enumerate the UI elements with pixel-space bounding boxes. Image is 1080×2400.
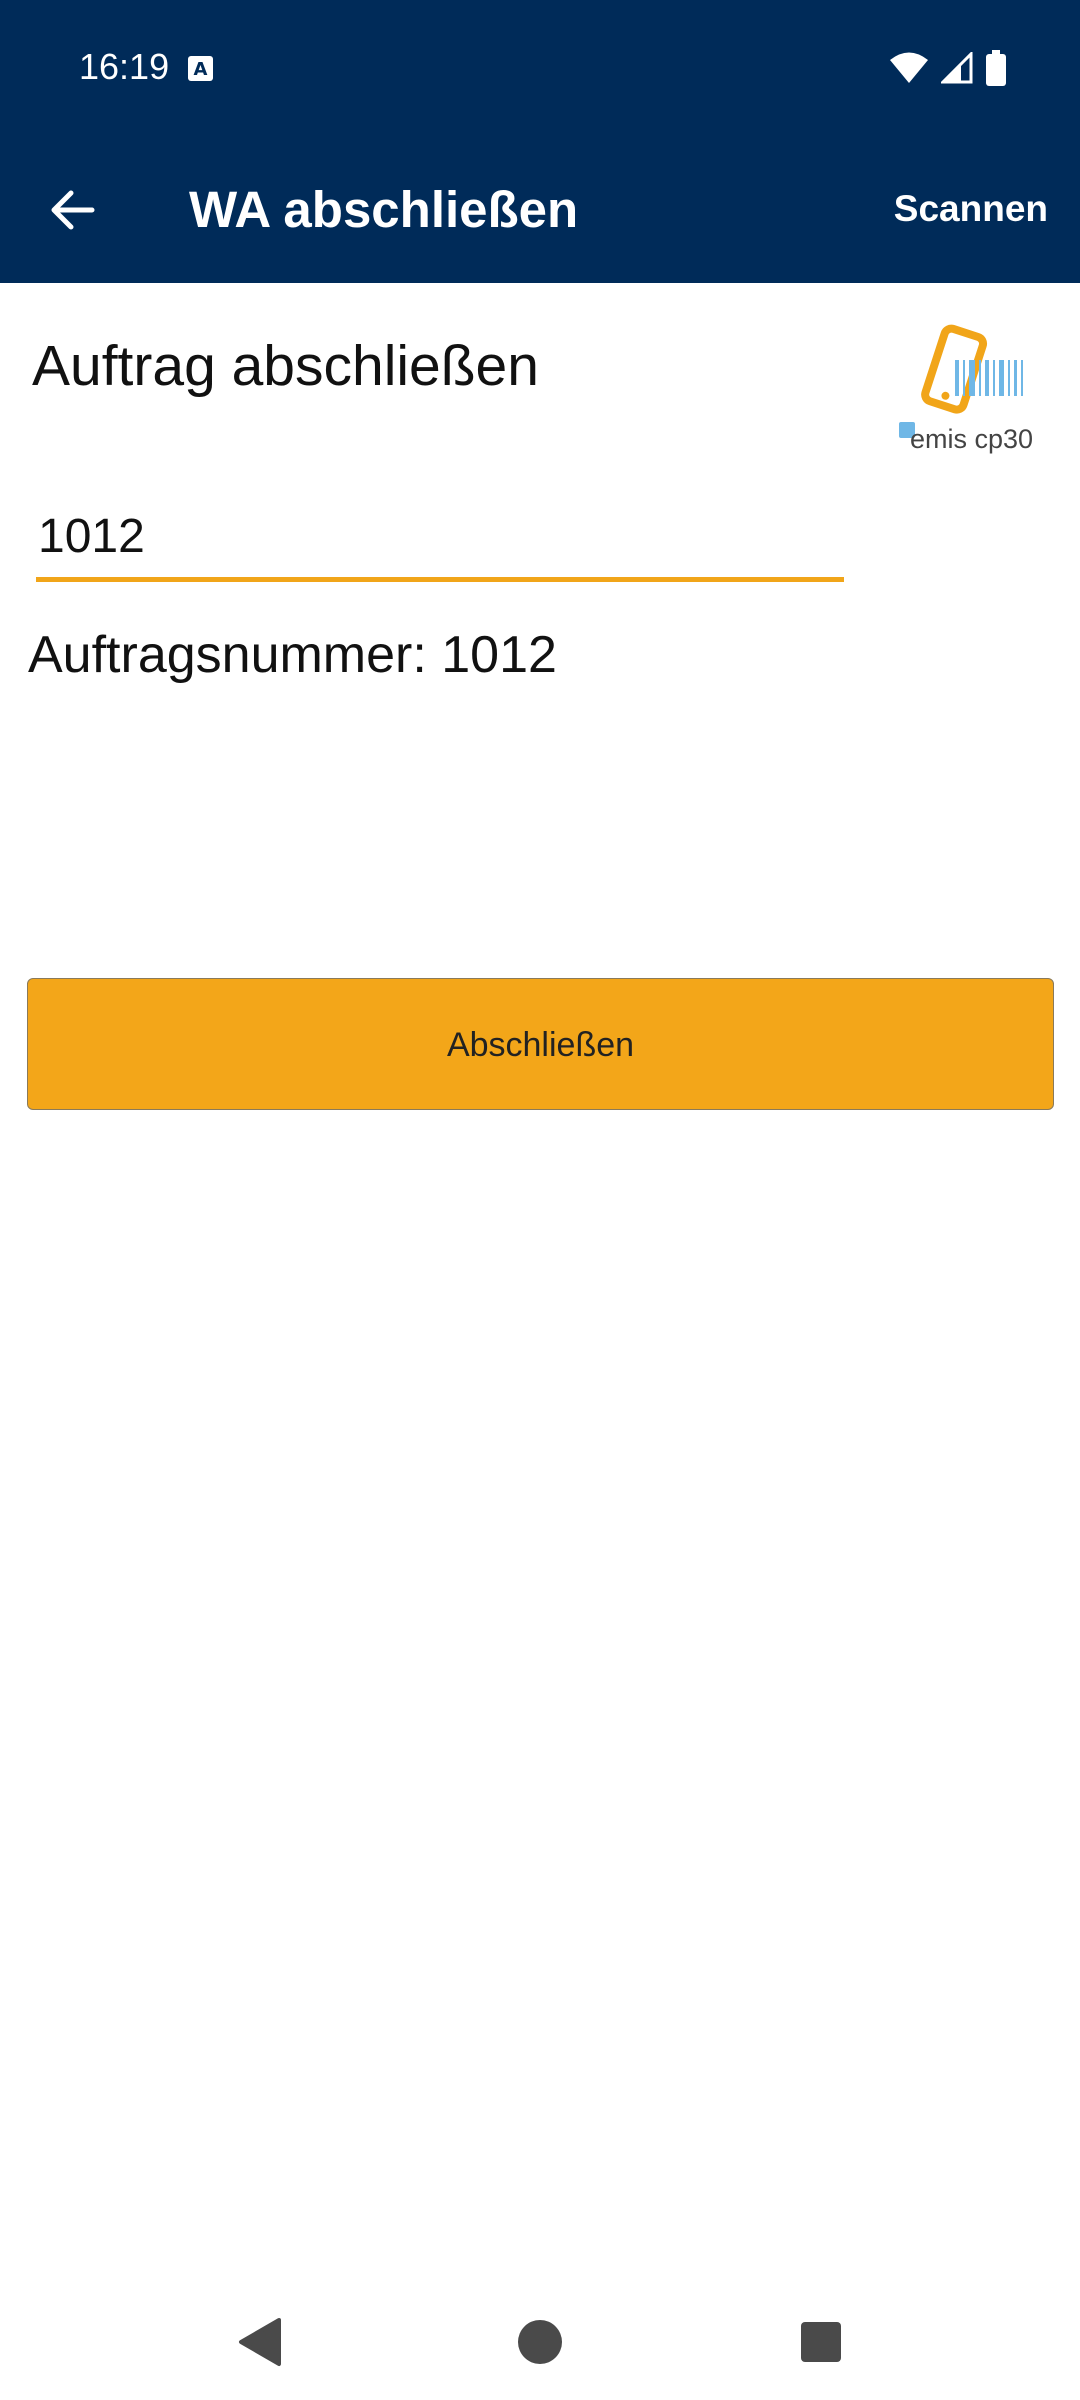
svg-text:A: A (194, 59, 208, 80)
system-nav-bar (0, 2280, 1080, 2400)
toolbar-title: WA abschließen (189, 181, 579, 238)
scan-button[interactable]: Scannen (894, 186, 1048, 232)
battery-icon (986, 50, 1006, 86)
cell-signal-icon (941, 52, 973, 84)
arrow-left-icon (51, 190, 95, 230)
nav-recents-button[interactable] (781, 2302, 861, 2382)
nav-recents-icon (801, 2322, 841, 2362)
close-order-button[interactable]: Abschließen (27, 978, 1054, 1110)
page-heading: Auftrag abschließen (32, 334, 539, 398)
toolbar: WA abschließen Scannen (0, 150, 1080, 270)
back-button[interactable] (36, 178, 108, 242)
screen: 16:19 A WA abschließen Scannen Auftrag a… (0, 0, 1080, 2400)
nav-home-icon (518, 2320, 562, 2364)
wifi-icon (890, 52, 928, 83)
app-header: 16:19 A WA abschließen Scannen (0, 0, 1080, 283)
text-a-icon: A (188, 56, 213, 81)
nav-back-button[interactable] (219, 2302, 299, 2382)
status-icons (889, 50, 1007, 86)
logo-text: emis cp30 (910, 424, 1034, 454)
order-number-input[interactable] (36, 496, 844, 582)
nav-back-icon (239, 2318, 281, 2366)
order-number-label: Auftragsnummer: 1012 (28, 626, 557, 684)
status-time: 16:19 (79, 46, 170, 87)
nav-home-button[interactable] (500, 2302, 580, 2382)
